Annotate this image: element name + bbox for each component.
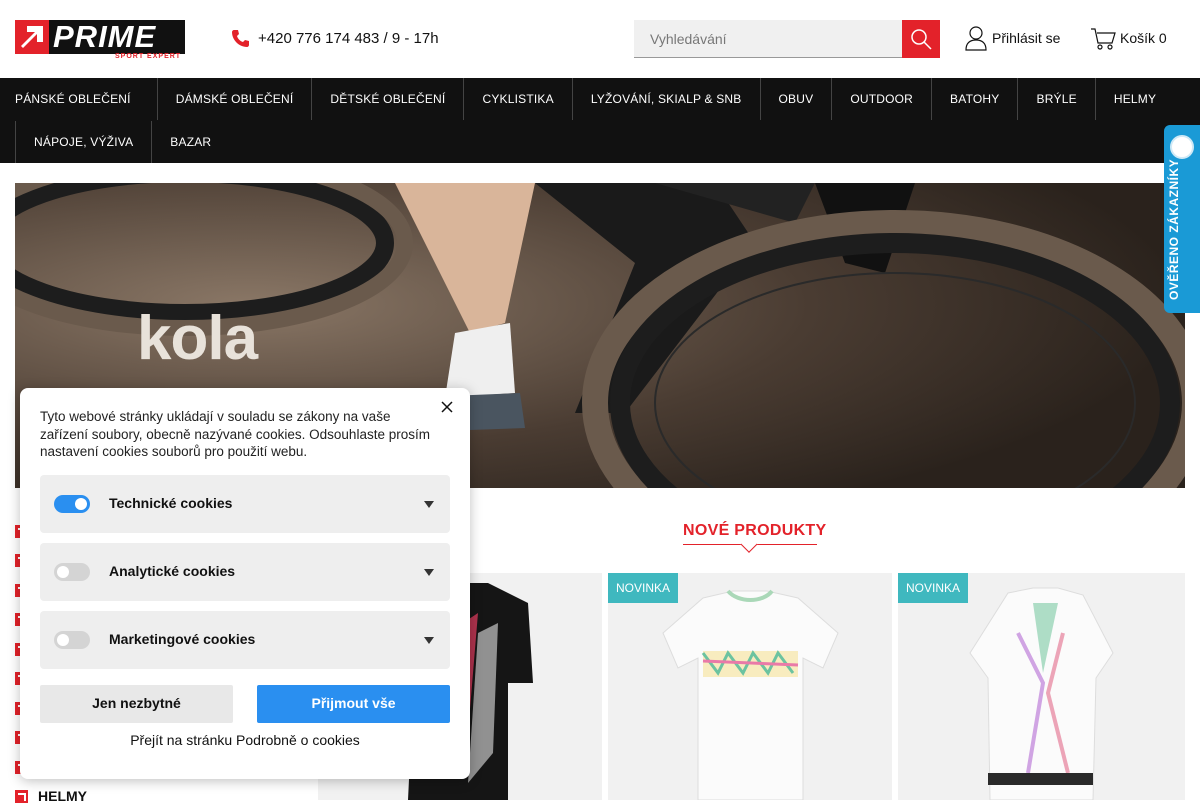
site-header: PRIME SPORT EXPERT +420 776 174 483 / 9 … xyxy=(0,0,1200,78)
necessary-only-button[interactable]: Jen nezbytné xyxy=(40,685,233,723)
novinka-badge: NOVINKA xyxy=(608,573,679,603)
nav-item-helmy[interactable]: HELMY xyxy=(1096,78,1174,120)
marketing-cookies-toggle[interactable] xyxy=(54,631,90,649)
cookie-details-link[interactable]: Přejít na stránku Podrobně o cookies xyxy=(20,732,470,748)
chevron-down-icon[interactable] xyxy=(424,501,434,508)
category-item-helmy[interactable]: HELMY xyxy=(15,786,87,806)
novinka-badge: NOVINKA xyxy=(898,573,969,603)
search-input[interactable] xyxy=(634,20,902,58)
logo[interactable]: PRIME SPORT EXPERT xyxy=(15,20,185,60)
cart-link[interactable]: Košík 0 xyxy=(1090,25,1167,51)
product-image xyxy=(662,589,839,800)
toggle-knob xyxy=(57,634,69,646)
close-icon[interactable] xyxy=(440,400,454,414)
cookie-row-technical[interactable]: Technické cookies xyxy=(40,475,450,533)
nav-item-panske[interactable]: PÁNSKÉ OBLEČENÍ xyxy=(0,78,158,120)
logo-tagline: SPORT EXPERT xyxy=(115,53,182,60)
search-icon xyxy=(911,29,932,50)
cookie-row-label: Technické cookies xyxy=(109,495,233,511)
nav-item-outdoor[interactable]: OUTDOOR xyxy=(832,78,933,120)
logo-wordmark: PRIME xyxy=(49,20,185,54)
cookie-row-marketing[interactable]: Marketingové cookies xyxy=(40,611,450,669)
login-link[interactable]: Přihlásit se xyxy=(964,25,1060,51)
category-label: HELMY xyxy=(38,788,87,804)
nav-item-batohy[interactable]: BATOHY xyxy=(932,78,1019,120)
cookie-row-analytics[interactable]: Analytické cookies xyxy=(40,543,450,601)
search-button[interactable] xyxy=(902,20,940,58)
trust-badge-label: OVĚŘENO ZÁKAZNÍKY xyxy=(1167,158,1181,300)
nav-item-damske[interactable]: DÁMSKÉ OBLEČENÍ xyxy=(158,78,313,120)
cookie-description: Tyto webové stránky ukládají v souladu s… xyxy=(40,409,430,459)
nav-row-2: NÁPOJE, VÝŽIVA BAZAR xyxy=(0,121,229,163)
cookie-consent-panel: Tyto webové stránky ukládají v souladu s… xyxy=(20,388,470,779)
cookie-row-label: Marketingové cookies xyxy=(109,631,256,647)
trust-badge[interactable]: OVĚŘENO ZÁKAZNÍKY xyxy=(1164,125,1200,313)
toggle-knob xyxy=(75,498,87,510)
search-bar xyxy=(634,20,940,58)
arrow-bullet-icon xyxy=(15,789,28,803)
nav-item-bazar[interactable]: BAZAR xyxy=(152,121,229,163)
chevron-down-icon[interactable] xyxy=(424,637,434,644)
phone-icon xyxy=(232,30,249,47)
phone-number: +420 776 174 483 / 9 - 17h xyxy=(258,29,439,47)
technical-cookies-toggle[interactable] xyxy=(54,495,90,513)
product-card[interactable]: NOVINKA xyxy=(608,573,892,800)
user-icon xyxy=(965,26,987,51)
nav-item-cyklistika[interactable]: CYKLISTIKA xyxy=(464,78,573,120)
nav-item-napoje[interactable]: NÁPOJE, VÝŽIVA xyxy=(15,121,153,163)
section-title: NOVÉ PRODUKTY xyxy=(683,522,827,539)
nav-item-lyzovani[interactable]: LYŽOVÁNÍ, SKIALP & SNB xyxy=(573,78,761,120)
logo-arrow-icon xyxy=(15,20,49,54)
product-image xyxy=(969,587,1114,800)
phone-contact[interactable]: +420 776 174 483 / 9 - 17h xyxy=(230,28,439,48)
login-label: Přihlásit se xyxy=(992,30,1061,46)
cart-icon xyxy=(1091,28,1116,50)
product-card[interactable]: NOVINKA xyxy=(898,573,1185,800)
accept-all-button[interactable]: Přijmout vše xyxy=(257,685,450,723)
toggle-knob xyxy=(57,566,69,578)
banner-headline: kola xyxy=(137,304,258,373)
verified-seal-icon xyxy=(1170,135,1194,159)
cookie-row-label: Analytické cookies xyxy=(109,563,236,579)
main-navigation: PÁNSKÉ OBLEČENÍ DÁMSKÉ OBLEČENÍ DĚTSKÉ O… xyxy=(0,78,1200,163)
nav-item-obuv[interactable]: OBUV xyxy=(761,78,833,120)
nav-item-bryle[interactable]: BRÝLE xyxy=(1018,78,1096,120)
nav-row-1: PÁNSKÉ OBLEČENÍ DÁMSKÉ OBLEČENÍ DĚTSKÉ O… xyxy=(0,78,1174,120)
nav-item-detske[interactable]: DĚTSKÉ OBLEČENÍ xyxy=(312,78,465,120)
chevron-down-icon[interactable] xyxy=(424,569,434,576)
analytics-cookies-toggle[interactable] xyxy=(54,563,90,581)
cart-label: Košík 0 xyxy=(1120,30,1167,46)
